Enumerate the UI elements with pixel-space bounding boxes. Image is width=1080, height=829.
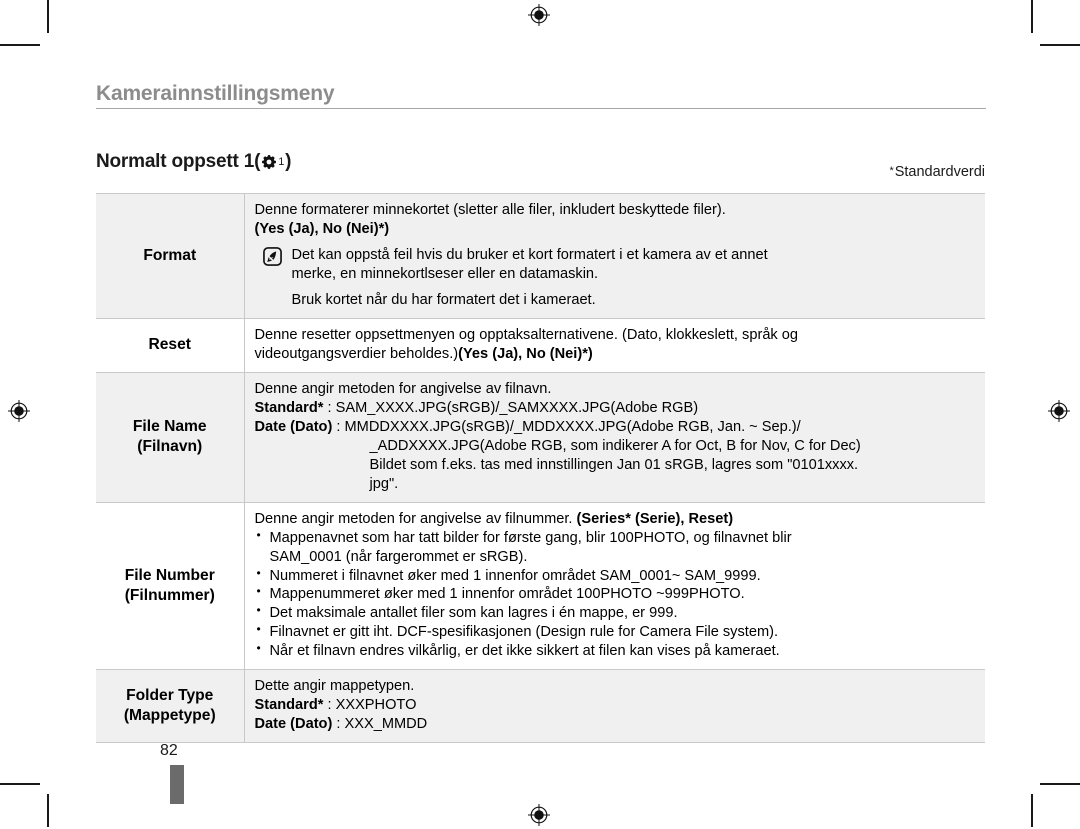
crop-mark-top-right-horizontal [1040, 44, 1080, 46]
list-item: Mappenavnet som har tatt bilder for førs… [255, 528, 980, 567]
crop-mark-bottom-left-vertical [47, 794, 49, 827]
list-item: Mappenummeret øker med 1 innenfor område… [255, 584, 980, 604]
table-row-file-number: File Number (Filnummer) Denne angir meto… [96, 502, 985, 670]
list-item: Filnavnet er gitt iht. DCF-spesifikasjon… [255, 622, 980, 642]
gear-icon [261, 154, 277, 170]
registration-target-icon-top [528, 4, 550, 26]
row-label-file-number: File Number (Filnummer) [96, 502, 245, 670]
row-label-format: Format [96, 193, 245, 319]
chapter-header: Kamerainnstillingsmeny [96, 82, 986, 110]
default-value-label: Standardverdi [894, 164, 985, 180]
crop-mark-bottom-left-horizontal [0, 783, 40, 785]
row-description-reset: Denne resetter oppsettmenyen og opptaksa… [244, 318, 985, 373]
crop-mark-bottom-right-vertical [1031, 794, 1033, 827]
registration-target-icon-bottom [528, 804, 550, 826]
samsung-note-pen-icon [262, 247, 282, 266]
file-number-bullet-list: Mappenavnet som har tatt bilder for førs… [255, 528, 980, 662]
row-label-reset: Reset [96, 318, 245, 373]
table-row-file-name: File Name (Filnavn) Denne angir metoden … [96, 372, 985, 503]
section-title-suffix: ) [285, 151, 292, 172]
row-description-file-number: Denne angir metoden for angivelse av fil… [244, 502, 985, 670]
list-item: Når et filnavn endres vilkårlig, er det … [255, 641, 980, 661]
registration-target-icon-left [8, 400, 30, 422]
crop-mark-bottom-right-horizontal [1040, 783, 1080, 785]
section-title: Normalt oppsett 1( 1 ) [96, 151, 292, 173]
crop-mark-top-left-horizontal [0, 44, 40, 46]
default-value-marker: * [889, 165, 894, 177]
section-icon-subscript: 1 [278, 156, 285, 168]
row-description-format: Denne formaterer minnekortet (sletter al… [244, 193, 985, 319]
row-description-folder-type: Dette angir mappetypen. Standard* : XXXP… [244, 669, 985, 743]
manual-page: Kamerainnstillingsmeny Normalt oppsett 1… [0, 0, 1080, 829]
list-item: Det maksimale antallet filer som kan lag… [255, 603, 980, 623]
list-item: Nummeret i filnavnet øker med 1 innenfor… [255, 566, 980, 586]
chapter-rule [96, 108, 986, 110]
page-edge-tab [170, 765, 184, 804]
row-label-folder-type: Folder Type (Mappetype) [96, 669, 245, 743]
registration-target-icon-right [1048, 400, 1070, 422]
page-number: 82 [160, 742, 178, 759]
row-description-file-name: Denne angir metoden for angivelse av fil… [244, 372, 985, 503]
crop-mark-top-left-vertical [47, 0, 49, 33]
crop-mark-top-right-vertical [1031, 0, 1033, 33]
default-value-legend: *Standardverdi [889, 164, 985, 180]
table-row-format: Format Denne formaterer minnekortet (sle… [96, 193, 985, 319]
chapter-title: Kamerainnstillingsmeny [96, 82, 335, 105]
table-row-reset: Reset Denne resetter oppsettmenyen og op… [96, 318, 985, 373]
section-title-prefix: Normalt oppsett 1( [96, 151, 261, 172]
note-block-format: Det kan oppstå feil hvis du bruker et ko… [255, 246, 980, 310]
row-label-file-name: File Name (Filnavn) [96, 372, 245, 503]
table-row-folder-type: Folder Type (Mappetype) Dette angir mapp… [96, 669, 985, 743]
settings-table: Format Denne formaterer minnekortet (sle… [96, 193, 985, 743]
note-text-format: Det kan oppstå feil hvis du bruker et ko… [291, 246, 768, 308]
